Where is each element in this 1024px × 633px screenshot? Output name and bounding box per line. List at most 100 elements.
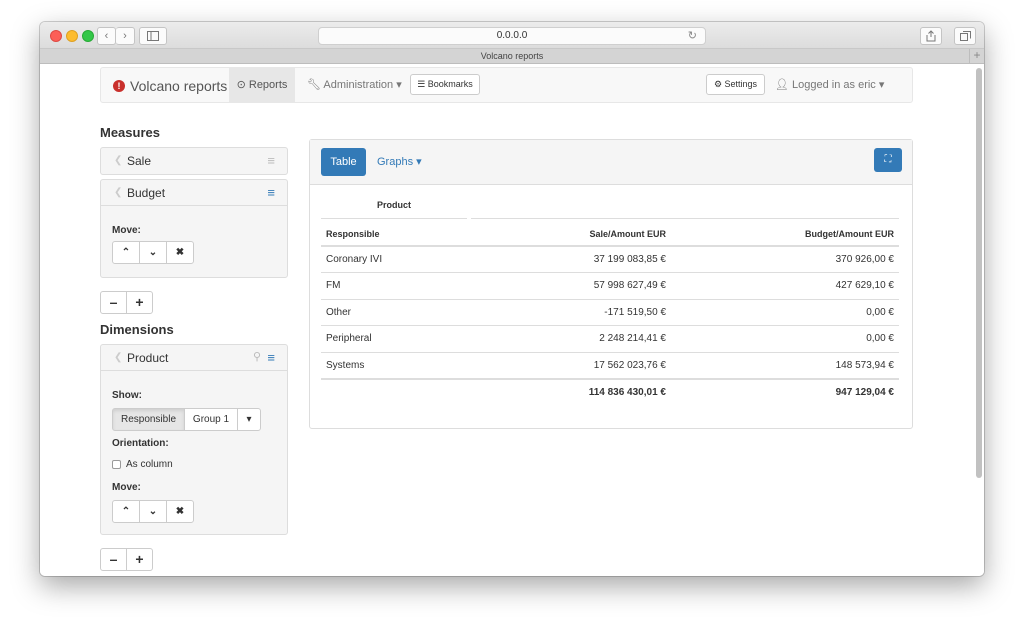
user-menu[interactable]: 👤︎ Logged in as eric ▾ — [775, 68, 884, 102]
settings-button[interactable]: ⚙ Settings — [706, 74, 765, 95]
caret-down-icon[interactable]: ▾ — [237, 408, 261, 431]
show-responsible-button[interactable]: Responsible — [112, 408, 185, 431]
dimension-panel-product: ❮ Product ⚲ ≡ Show: Responsible Group 1 … — [100, 344, 288, 535]
back-icon[interactable]: ‹ — [97, 27, 116, 45]
move-down-button[interactable]: ⌄ — [139, 500, 167, 523]
report-panel-header: Table Graphs ▾ ⛶ — [310, 140, 912, 185]
alert-icon: ! — [113, 80, 125, 92]
plus-button[interactable]: + — [126, 291, 153, 314]
measure-panel-sale: ❮ Sale ≡ — [100, 147, 288, 175]
bookmarks-label: Bookmarks — [427, 79, 473, 89]
menu-icon[interactable]: ≡ — [267, 350, 275, 365]
nav-reports-label: Reports — [248, 79, 288, 91]
show-label: Show: — [112, 390, 142, 401]
new-tab-icon[interactable]: + — [969, 49, 984, 63]
minus-button[interactable]: – — [100, 291, 127, 314]
measure-name: Sale — [127, 154, 152, 168]
measures-title: Measures — [100, 125, 160, 140]
column-header[interactable]: Budget/Amount EUR — [671, 222, 899, 247]
chevron-left-icon[interactable]: ❮ — [114, 352, 122, 363]
column-header[interactable]: Responsible — [321, 222, 531, 247]
table-cell: 0,00 € — [671, 325, 899, 352]
minus-button[interactable]: – — [100, 548, 127, 571]
move-label: Move: — [112, 482, 141, 493]
table-cell: FM — [321, 272, 531, 299]
search-icon[interactable]: ⚲ — [253, 350, 261, 363]
table-header-row: Responsible Sale/Amount EUR Budget/Amoun… — [321, 222, 899, 247]
close-window-button[interactable] — [50, 30, 62, 42]
table-cell: Other — [321, 298, 531, 326]
table-cell: 37 199 083,85 € — [531, 245, 671, 273]
fullscreen-icon[interactable]: ⛶ — [874, 148, 902, 172]
table-cell: 148 573,94 € — [671, 351, 899, 379]
forward-icon[interactable]: › — [116, 27, 135, 45]
zoom-window-button[interactable] — [82, 30, 94, 42]
plus-button[interactable]: + — [126, 548, 153, 571]
page-content: ! Volcano reports ⊙ Reports 🔧︎ Administr… — [40, 64, 984, 576]
dimension-header: Product — [321, 200, 467, 219]
table-cell: 2 248 214,41 € — [531, 325, 671, 352]
measure-name: Budget — [127, 186, 166, 200]
gear-icon: ⚙ — [713, 79, 723, 89]
wrench-icon: 🔧︎ — [307, 79, 321, 91]
move-button-group: ⌃ ⌄ ✖ — [112, 500, 194, 523]
address-text: 0.0.0.0 — [496, 30, 528, 41]
as-column-label: As column — [126, 459, 173, 470]
column-header[interactable]: Sale/Amount EUR — [531, 222, 671, 247]
remove-button[interactable]: ✖ — [166, 241, 194, 264]
move-down-button[interactable]: ⌄ — [139, 241, 167, 264]
orientation-label: Orientation: — [112, 438, 169, 449]
nav-administration[interactable]: 🔧︎ Administration ▾ — [307, 68, 402, 102]
move-up-button[interactable]: ⌃ — [112, 241, 140, 264]
total-sale: 114 836 430,01 € — [531, 377, 671, 405]
checkbox-box[interactable] — [112, 460, 121, 469]
measure-panel-budget: ❮ Budget ≡ Move: ⌃ ⌄ ✖ — [100, 179, 288, 278]
tab-table[interactable]: Table — [321, 148, 366, 176]
show-button-group: Responsible Group 1 ▾ — [112, 408, 261, 431]
remove-button[interactable]: ✖ — [166, 500, 194, 523]
brand-name: Volcano reports — [130, 78, 228, 94]
caret-down-icon: ▾ — [396, 79, 402, 91]
tab-title[interactable]: Volcano reports — [481, 51, 544, 61]
nav-administration-label: Administration — [323, 79, 394, 91]
report-panel: Table Graphs ▾ ⛶ Product Responsible Sal… — [309, 139, 913, 429]
dimension-name: Product — [127, 351, 169, 365]
brand[interactable]: ! Volcano reports — [113, 78, 227, 94]
chevron-left-icon[interactable]: ❮ — [114, 187, 122, 198]
clock-icon: ⊙ — [236, 79, 246, 91]
bookmarks-button[interactable]: ☰ Bookmarks — [410, 74, 480, 95]
address-bar[interactable]: 0.0.0.0 ↻ — [318, 27, 706, 45]
table-row: Other -171 519,50 € 0,00 € — [321, 298, 899, 326]
menu-icon[interactable]: ≡ — [267, 185, 275, 200]
menu-icon[interactable]: ≡ — [267, 153, 275, 168]
measures-add-remove: – + — [100, 291, 153, 314]
table-cell: 427 629,10 € — [671, 272, 899, 299]
tabs-overview-icon[interactable] — [954, 27, 976, 45]
tab-graphs[interactable]: Graphs ▾ — [377, 148, 422, 176]
table-cell: Coronary IVI — [321, 245, 531, 273]
move-up-button[interactable]: ⌃ — [112, 500, 140, 523]
tab-bar: Volcano reports + — [40, 49, 984, 64]
caret-down-icon: ▾ — [416, 156, 422, 168]
table-cell: 17 562 023,76 € — [531, 351, 671, 379]
as-column-checkbox[interactable]: As column — [112, 459, 173, 470]
table-row: FM 57 998 627,49 € 427 629,10 € — [321, 272, 899, 299]
table-cell — [321, 377, 531, 405]
table-cell: 0,00 € — [671, 298, 899, 326]
table-cell: 57 998 627,49 € — [531, 272, 671, 299]
table-cell: Systems — [321, 351, 531, 379]
reload-icon[interactable]: ↻ — [688, 28, 697, 44]
sidebar-toggle-icon[interactable] — [139, 27, 167, 45]
scrollbar[interactable] — [976, 68, 982, 478]
chevron-left-icon[interactable]: ❮ — [114, 155, 122, 166]
table-row: Systems 17 562 023,76 € 148 573,94 € — [321, 351, 899, 379]
browser-window: ‹ › 0.0.0.0 ↻ Volcano reports + ! Volcan… — [40, 22, 984, 576]
minimize-window-button[interactable] — [66, 30, 78, 42]
report-table: Responsible Sale/Amount EUR Budget/Amoun… — [321, 222, 899, 405]
share-icon[interactable] — [920, 27, 942, 45]
table-row: Peripheral 2 248 214,41 € 0,00 € — [321, 325, 899, 352]
show-group1-button[interactable]: Group 1 — [184, 408, 238, 431]
nav-reports[interactable]: ⊙ Reports — [229, 68, 295, 102]
move-label: Move: — [112, 225, 141, 236]
tab-graphs-label: Graphs — [377, 156, 414, 168]
